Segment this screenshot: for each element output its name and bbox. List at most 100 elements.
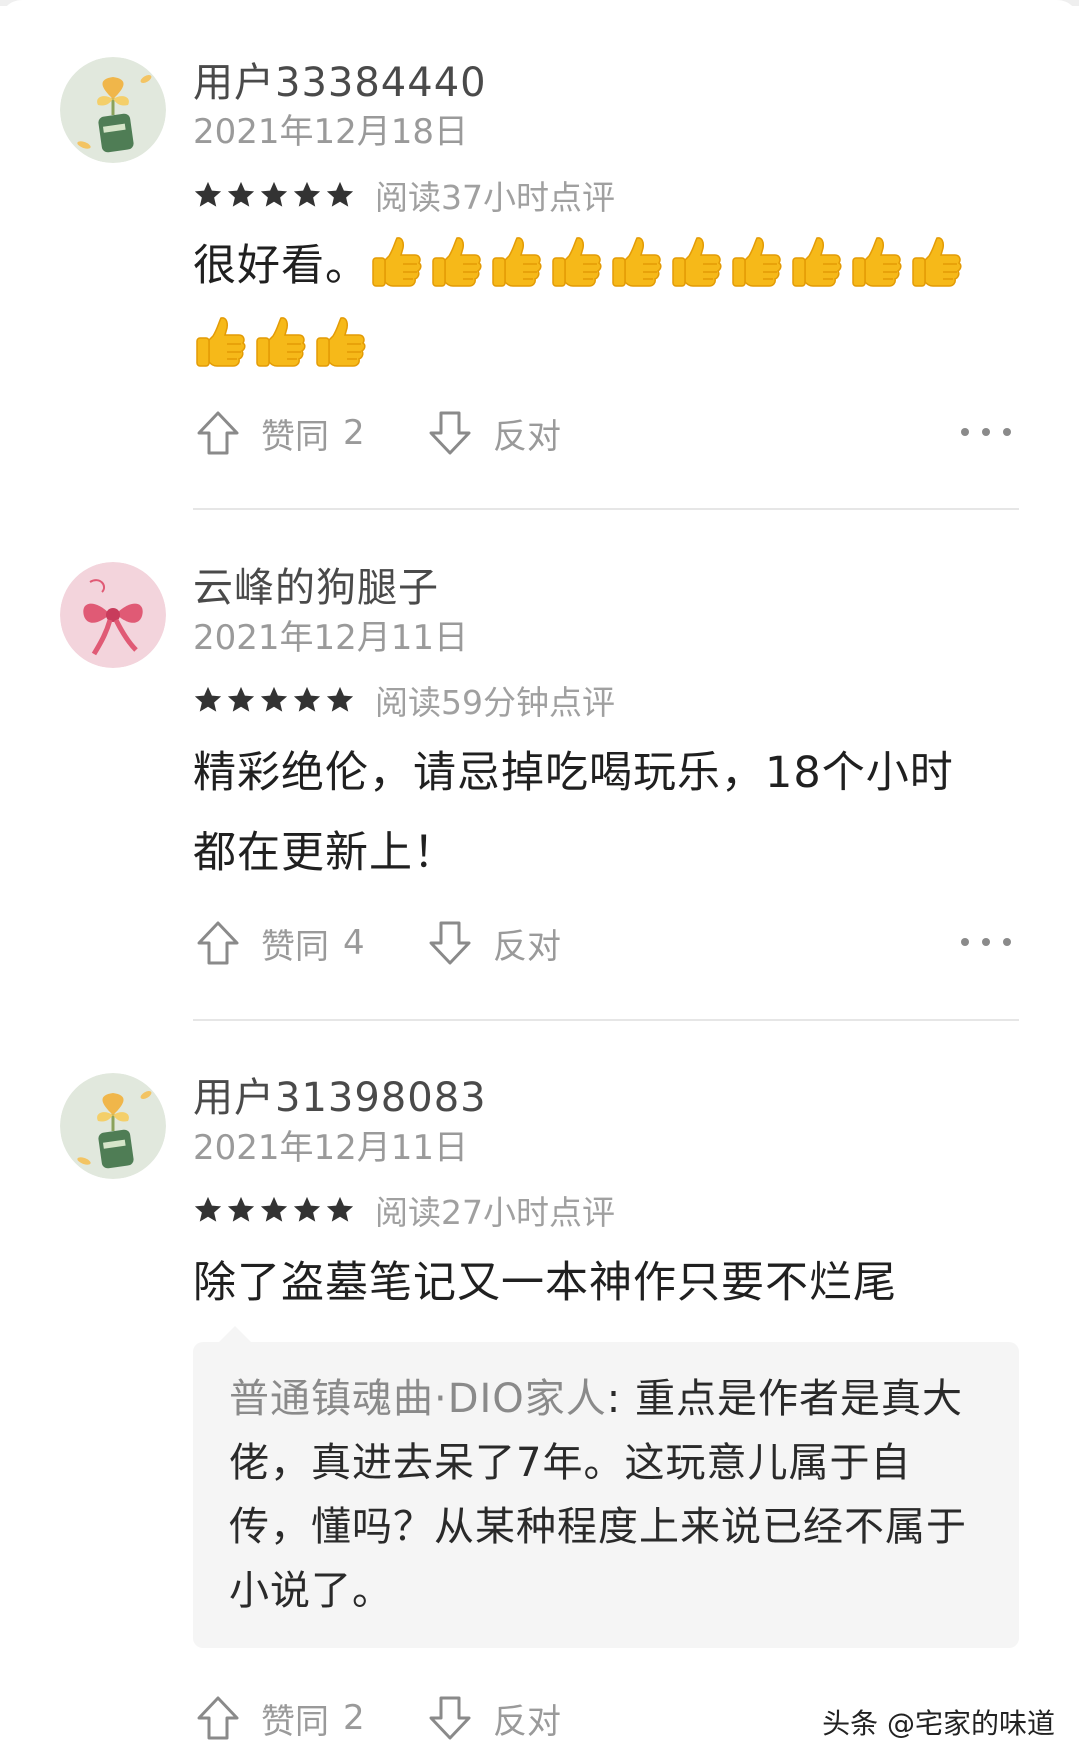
star-icon [194,686,222,712]
comment-text-line: 除了盗墓笔记又一本神作只要不烂尾 [193,1258,897,1308]
star-icon [293,181,321,207]
dot [961,428,969,436]
comment-text: 很好看。 [193,226,1023,386]
avatar[interactable] [60,562,166,668]
star-rating [193,1195,355,1225]
dot [1003,428,1011,436]
star-icon [260,686,288,712]
card-top [0,0,1079,22]
divider [193,1019,1019,1021]
oppose-button[interactable]: 反对 [425,915,561,971]
star-icon [194,1196,222,1222]
star-icon [260,181,288,207]
rating-row: 阅读37小时点评 [193,175,615,217]
agree-label: 赞同 [261,416,329,457]
thumbs-up-emoji-icon [729,234,783,290]
thumbs-up-emoji-icon [489,234,543,290]
comment-text-line: 精彩绝伦，请忌掉吃喝玩乐，18个小时 [193,748,954,798]
username[interactable]: 用户31398083 [193,1065,487,1123]
arrow-up-icon [197,411,239,455]
comment-date: 2021年12月18日 [193,112,469,152]
avatar[interactable] [60,57,166,163]
dot [1003,938,1011,946]
thumbs-up-emoji-icon [193,314,247,370]
agree-button[interactable]: 赞同 2 [193,1690,365,1746]
oppose-button[interactable]: 反对 [425,1690,561,1746]
arrow-up-icon [197,921,239,965]
username[interactable]: 云峰的狗腿子 [193,555,439,613]
reply-quote[interactable]: 普通镇魂曲·DIO家人: 重点是作者是真大 佬，真进去呆了7年。这玩意儿属于自 … [193,1326,1019,1648]
divider [193,508,1019,510]
reply-text-part: 重点是作者是真大 [635,1376,963,1422]
star-icon [227,1196,255,1222]
reply-text: 普通镇魂曲·DIO家人: 重点是作者是真大 佬，真进去呆了7年。这玩意儿属于自 … [229,1367,985,1623]
reply-line: 小说了。 [229,1568,393,1614]
ginkgo-flower-avatar-icon [60,57,166,163]
reply-line: 佬，真进去呆了7年。这玩意儿属于自 [229,1440,912,1486]
agree-count: 4 [343,923,365,963]
agree-button[interactable]: 赞同 2 [193,405,365,461]
arrow-down-icon [429,921,471,965]
reply-author[interactable]: 普通镇魂曲·DIO家人 [229,1376,607,1422]
agree-count: 2 [343,413,365,453]
thumbs-up-emoji-icon [609,234,663,290]
comment-date: 2021年12月11日 [193,1128,469,1168]
thumbs-up-emoji-icon [909,234,963,290]
thumbs-up-emoji-icon [669,234,723,290]
ginkgo-flower-avatar-icon [60,1073,166,1179]
read-duration-note: 阅读59分钟点评 [375,683,615,722]
comment-date: 2021年12月11日 [193,618,469,658]
star-icon [326,181,354,207]
star-icon [293,1196,321,1222]
oppose-label: 反对 [493,1701,561,1742]
more-options-icon[interactable] [961,927,1011,957]
rating-row: 阅读27小时点评 [193,1190,615,1232]
watermark: 头条 @宅家的味道 [822,1707,1055,1740]
comment-text: 除了盗墓笔记又一本神作只要不烂尾 [193,1243,1023,1323]
dot [961,938,969,946]
star-icon [326,1196,354,1222]
dot [982,938,990,946]
oppose-button[interactable]: 反对 [425,405,561,461]
arrow-up-icon [197,1696,239,1740]
reply-line: 普通镇魂曲·DIO家人: 重点是作者是真大 [229,1367,985,1431]
star-icon [260,1196,288,1222]
read-duration-note: 阅读27小时点评 [375,1193,615,1232]
agree-label: 赞同 [261,926,329,967]
star-icon [194,181,222,207]
agree-button[interactable]: 赞同 4 [193,915,365,971]
more-options-icon[interactable] [961,417,1011,447]
arrow-down-icon [429,411,471,455]
comment-text-line: 都在更新上！ [193,828,457,878]
thumbs-up-emoji-icon [429,234,483,290]
star-rating [193,685,355,715]
avatar[interactable] [60,1073,166,1179]
star-rating [193,180,355,210]
thumbs-up-emoji-icon [369,234,423,290]
oppose-label: 反对 [493,926,561,967]
comment-text: 精彩绝伦，请忌掉吃喝玩乐，18个小时 都在更新上！ [193,733,1023,893]
username[interactable]: 用户33384440 [193,50,487,108]
reply-pointer [219,1326,251,1342]
star-icon [326,686,354,712]
pink-bow-avatar-icon [60,562,166,668]
comment-text-body: 很好看。 [193,241,369,291]
read-duration-note: 阅读37小时点评 [375,178,615,217]
comment-actions: 赞同 2 反对 [193,405,1019,461]
dot [982,428,990,436]
reply-line: 传，懂吗？从某种程度上来说已经不属于 [229,1504,967,1550]
rating-row: 阅读59分钟点评 [193,680,615,722]
reply-separator: : [606,1376,635,1422]
thumbs-up-emoji-icon [549,234,603,290]
thumbs-up-emoji-icon [789,234,843,290]
star-icon [227,686,255,712]
oppose-label: 反对 [493,416,561,457]
thumbs-up-emoji-icon [253,314,307,370]
star-icon [227,181,255,207]
star-icon [293,686,321,712]
thumbs-up-emoji-icon [313,314,367,370]
arrow-down-icon [429,1696,471,1740]
agree-label: 赞同 [261,1701,329,1742]
agree-count: 2 [343,1698,365,1738]
comment-actions: 赞同 4 反对 [193,915,1019,971]
